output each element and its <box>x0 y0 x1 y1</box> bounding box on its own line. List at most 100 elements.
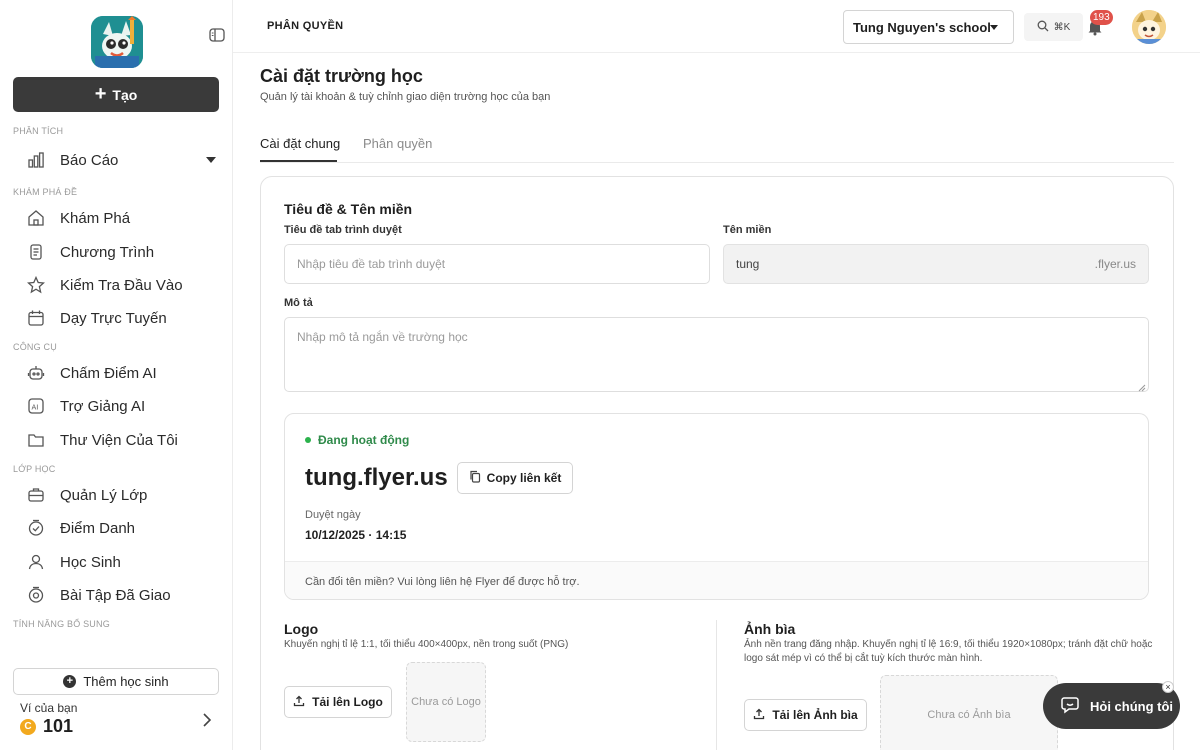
section-label-tools: CÔNG CỤ <box>13 342 57 352</box>
description-placeholder: Nhập mô tả ngắn về trường học <box>297 330 468 344</box>
sidebar-item-my-library[interactable]: Thư Viện Của Tôi <box>26 426 222 454</box>
status-badge: Đang hoạt động <box>305 433 409 447</box>
copy-icon <box>469 470 481 486</box>
sidebar-item-programs[interactable]: Chương Trình <box>26 238 222 266</box>
school-selector[interactable]: Tung Nguyen's school <box>843 10 1014 44</box>
wallet-value: 101 <box>43 716 74 736</box>
star-icon <box>26 275 46 295</box>
coin-icon: C <box>20 718 36 735</box>
browser-tab-placeholder: Nhập tiêu đề tab trình duyệt <box>297 257 446 271</box>
breadcrumb: PHÂN QUYỀN <box>267 20 344 32</box>
domain-help-text: Cần đổi tên miền? Vui lòng liên hệ Flyer… <box>305 575 580 588</box>
domain-url: tung.flyer.us <box>305 464 448 491</box>
resize-handle-icon[interactable] <box>1138 381 1146 392</box>
section-label-extra: TÍNH NĂNG BỔ SUNG <box>13 619 110 629</box>
calendar-icon <box>26 308 46 328</box>
create-button[interactable]: + Tạo <box>13 77 219 112</box>
sidebar-item-label: Bài Tập Đã Giao <box>60 586 171 604</box>
chat-icon <box>1060 695 1080 718</box>
cover-preview: Chưa có Ảnh bìa <box>880 675 1058 750</box>
close-chat-icon[interactable]: × <box>1162 681 1174 693</box>
status-text: Đang hoạt động <box>318 433 410 447</box>
briefcase-icon <box>26 485 46 505</box>
notification-badge: 193 <box>1090 10 1113 25</box>
sidebar-item-ai-assistant[interactable]: AI Trợ Giảng AI <box>26 392 222 420</box>
sidebar-item-ai-grading[interactable]: Chấm Điểm AI <box>26 359 222 387</box>
approved-date-label: Duyệt ngày <box>305 509 361 521</box>
upload-cover-button[interactable]: Tải lên Ảnh bìa <box>744 699 867 731</box>
sidebar-item-online-teaching[interactable]: Dạy Trực Tuyến <box>26 304 222 332</box>
sidebar-item-label: Kiểm Tra Đầu Vào <box>60 276 183 294</box>
wallet-balance[interactable]: C 101 <box>20 716 73 737</box>
search-icon <box>1037 20 1049 35</box>
collapse-sidebar-icon[interactable] <box>209 28 225 42</box>
browser-tab-title-input[interactable]: Nhập tiêu đề tab trình duyệt <box>284 244 710 284</box>
document-icon <box>26 242 46 262</box>
svg-text:AI: AI <box>32 404 39 412</box>
chevron-right-icon[interactable] <box>201 711 213 729</box>
status-dot-icon <box>305 437 311 443</box>
school-name: Tung Nguyen's school <box>853 19 991 35</box>
upload-logo-button[interactable]: Tải lên Logo <box>284 686 392 718</box>
domain-input: tung .flyer.us <box>723 244 1149 284</box>
app-logo[interactable] <box>91 16 143 68</box>
create-button-label: Tạo <box>112 86 138 103</box>
wallet-label: Ví của bạn <box>20 701 78 715</box>
approved-date-value: 10/12/2025 · 14:15 <box>305 528 407 542</box>
copy-link-label: Copy liên kết <box>486 471 562 485</box>
page-subtitle: Quản lý tài khoản & tuỳ chỉnh giao diện … <box>260 91 551 103</box>
section-divider <box>716 620 717 750</box>
top-bar: PHÂN QUYỀN Tung Nguyen's school ⌘K 193 <box>233 0 1200 53</box>
tab-permissions[interactable]: Phân quyền <box>363 136 432 151</box>
add-student-label: Thêm học sinh <box>83 674 169 689</box>
logo-placeholder-text: Chưa có Logo <box>411 696 481 708</box>
sidebar-item-assigned-homework[interactable]: Bài Tập Đã Giao <box>26 581 222 609</box>
sidebar-item-label: Báo Cáo <box>60 151 119 169</box>
upload-icon <box>753 708 765 723</box>
browser-tab-label: Tiêu đề tab trình duyệt <box>284 224 402 236</box>
ask-us-chat-button[interactable]: Hỏi chúng tôi <box>1043 683 1180 729</box>
section-title: Tiêu đề & Tên miền <box>284 201 413 217</box>
add-student-button[interactable]: + Thêm học sinh <box>13 668 219 695</box>
sidebar-item-reports[interactable]: Báo Cáo <box>26 146 222 174</box>
sidebar-item-entrance-test[interactable]: Kiểm Tra Đầu Vào <box>26 271 222 299</box>
cover-section-title: Ảnh bìa <box>744 621 796 637</box>
domain-status-card: Đang hoạt động tung.flyer.us Copy liên k… <box>284 413 1149 600</box>
logo-section-title: Logo <box>284 621 319 637</box>
sidebar-item-students[interactable]: Học Sinh <box>26 548 222 576</box>
check-badge-icon <box>26 518 46 538</box>
search-button[interactable]: ⌘K <box>1024 13 1083 41</box>
sidebar-item-label: Thư Viện Của Tôi <box>60 431 178 449</box>
sidebar: + Tạo PHÂN TÍCH Báo Cáo KHÁM PHÁ ĐỀ Khám… <box>0 0 233 750</box>
section-label-classes: LỚP HỌC <box>13 464 56 474</box>
domain-help-note: Cần đổi tên miền? Vui lòng liên hệ Flyer… <box>285 561 1148 599</box>
bar-chart-icon <box>26 150 46 170</box>
sidebar-item-class-management[interactable]: Quản Lý Lớp <box>26 481 222 509</box>
scroll-fade <box>0 636 232 660</box>
homework-icon <box>26 585 46 605</box>
ai-icon: AI <box>26 396 46 416</box>
sidebar-item-label: Học Sinh <box>60 553 121 571</box>
search-shortcut: ⌘K <box>1053 21 1071 33</box>
copy-link-button[interactable]: Copy liên kết <box>457 462 573 494</box>
chevron-down-icon <box>206 157 216 163</box>
section-label-explore: KHÁM PHÁ ĐỀ <box>13 187 78 197</box>
home-icon <box>26 208 46 228</box>
active-tab-indicator <box>260 160 337 162</box>
user-icon <box>26 552 46 572</box>
sidebar-item-attendance[interactable]: Điểm Danh <box>26 514 222 542</box>
description-textarea[interactable]: Nhập mô tả ngắn về trường học <box>284 317 1149 392</box>
sidebar-item-label: Chương Trình <box>60 243 155 261</box>
tab-bar: Cài đặt chung Phân quyền <box>260 132 1174 163</box>
tab-general-settings[interactable]: Cài đặt chung <box>260 136 340 151</box>
plus-icon: + <box>94 82 107 105</box>
avatar[interactable] <box>1132 10 1166 44</box>
domain-label: Tên miền <box>723 224 772 236</box>
domain-suffix: .flyer.us <box>1094 257 1136 271</box>
logo-preview: Chưa có Logo <box>406 662 486 742</box>
sidebar-item-label: Chấm Điểm AI <box>60 364 157 382</box>
sidebar-item-label: Khám Phá <box>60 209 131 227</box>
cover-placeholder-text: Chưa có Ảnh bìa <box>927 709 1011 721</box>
sidebar-item-explore[interactable]: Khám Phá <box>26 204 222 232</box>
section-label-analytics: PHÂN TÍCH <box>13 126 64 136</box>
